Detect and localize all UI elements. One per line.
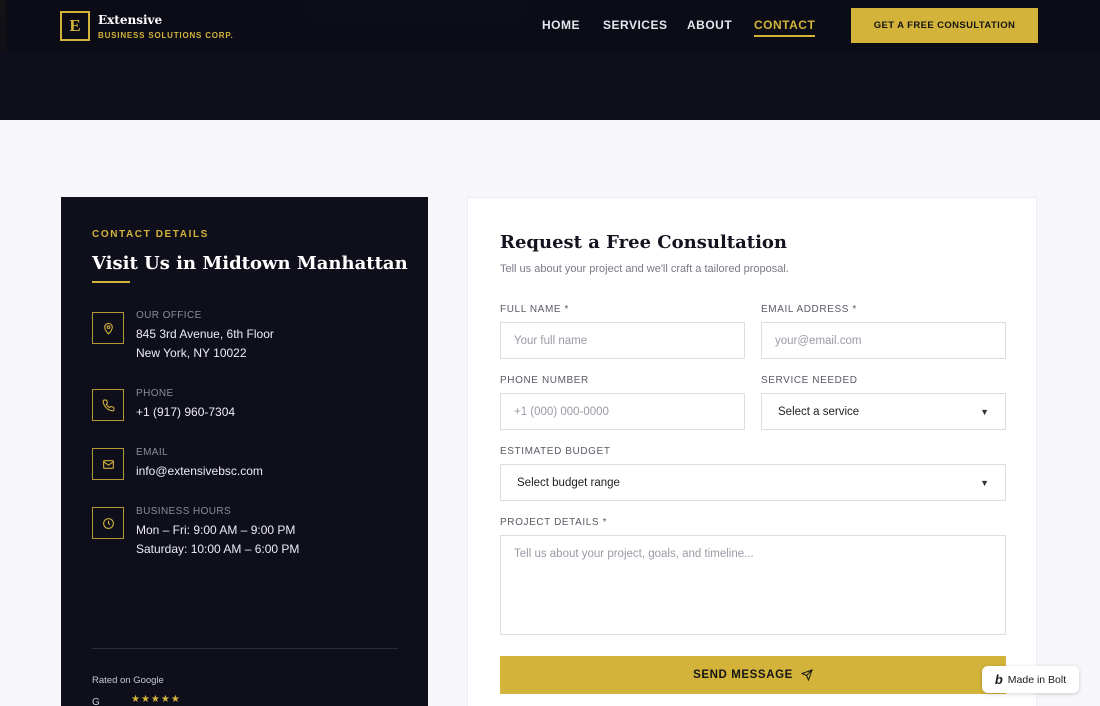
bolt-badge-label: Made in Bolt xyxy=(1007,673,1067,686)
email-address[interactable]: info@extensivebsc.com xyxy=(136,464,263,478)
made-in-bolt-badge[interactable]: b Made in Bolt xyxy=(982,666,1079,693)
send-icon xyxy=(800,669,813,681)
hours-weekdays: Mon – Fri: 9:00 AM – 9:00 PM xyxy=(136,523,296,537)
mail-icon xyxy=(92,448,124,480)
budget-selected-value: Select budget range xyxy=(517,476,620,489)
contact-details-panel: CONTACT DETAILS Visit Us in Midtown Manh… xyxy=(61,197,428,706)
phone-field-label: PHONE NUMBER xyxy=(500,375,589,386)
send-message-label: SEND MESSAGE xyxy=(693,669,793,681)
nav-services[interactable]: SERVICES xyxy=(603,18,667,32)
google-mark: G xyxy=(92,697,100,706)
phone-label: PHONE xyxy=(136,388,174,399)
bolt-logo-icon: b xyxy=(994,672,1003,687)
hours-saturday: Saturday: 10:00 AM – 6:00 PM xyxy=(136,542,300,556)
details-field-label: PROJECT DETAILS * xyxy=(500,517,608,528)
service-select[interactable]: Select a service ▼ xyxy=(761,393,1006,430)
email-input[interactable] xyxy=(761,322,1006,359)
chevron-down-icon: ▼ xyxy=(980,406,989,417)
email-field-label: EMAIL ADDRESS * xyxy=(761,304,857,315)
hero-banner: E Extensive BUSINESS SOLUTIONS CORP. HOM… xyxy=(0,0,1100,120)
full-name-label: FULL NAME * xyxy=(500,304,570,315)
free-consultation-button[interactable]: GET A FREE CONSULTATION xyxy=(851,8,1038,43)
brand-name[interactable]: Extensive xyxy=(98,13,162,27)
phone-input[interactable] xyxy=(500,393,745,430)
top-navbar: E Extensive BUSINESS SOLUTIONS CORP. HOM… xyxy=(0,0,1100,52)
map-pin-icon xyxy=(92,312,124,344)
form-title: Request a Free Consultation xyxy=(500,232,787,253)
logo-mark[interactable]: E xyxy=(60,11,90,41)
consultation-form: Request a Free Consultation Tell us abou… xyxy=(467,197,1037,706)
chevron-down-icon: ▼ xyxy=(980,477,989,488)
office-line-1: 845 3rd Avenue, 6th Floor xyxy=(136,327,274,341)
send-message-button[interactable]: SEND MESSAGE xyxy=(500,656,1006,694)
star-rating: ★★★★★ xyxy=(131,694,181,705)
service-field-label: SERVICE NEEDED xyxy=(761,375,858,386)
title-underline xyxy=(92,281,130,283)
phone-icon xyxy=(92,389,124,421)
nav-about[interactable]: ABOUT xyxy=(687,18,732,32)
service-selected-value: Select a service xyxy=(778,405,860,418)
brand-tagline: BUSINESS SOLUTIONS CORP. xyxy=(98,31,234,40)
full-name-input[interactable] xyxy=(500,322,745,359)
nav-contact[interactable]: CONTACT xyxy=(754,18,816,37)
contact-title: Visit Us in Midtown Manhattan xyxy=(92,253,408,274)
office-line-2: New York, NY 10022 xyxy=(136,346,247,360)
clock-icon xyxy=(92,507,124,539)
nav-home[interactable]: HOME xyxy=(542,18,580,32)
hours-label: BUSINESS HOURS xyxy=(136,506,232,517)
phone-number[interactable]: +1 (917) 960-7304 xyxy=(136,405,235,419)
contact-kicker: CONTACT DETAILS xyxy=(92,229,209,240)
form-subtitle: Tell us about your project and we'll cra… xyxy=(500,263,789,275)
panel-divider xyxy=(92,648,398,649)
rated-on-google: Rated on Google xyxy=(92,675,164,686)
email-label: EMAIL xyxy=(136,447,169,458)
project-details-textarea[interactable] xyxy=(500,535,1006,635)
budget-field-label: ESTIMATED BUDGET xyxy=(500,446,611,457)
office-label: OUR OFFICE xyxy=(136,310,202,321)
budget-select[interactable]: Select budget range ▼ xyxy=(500,464,1006,501)
